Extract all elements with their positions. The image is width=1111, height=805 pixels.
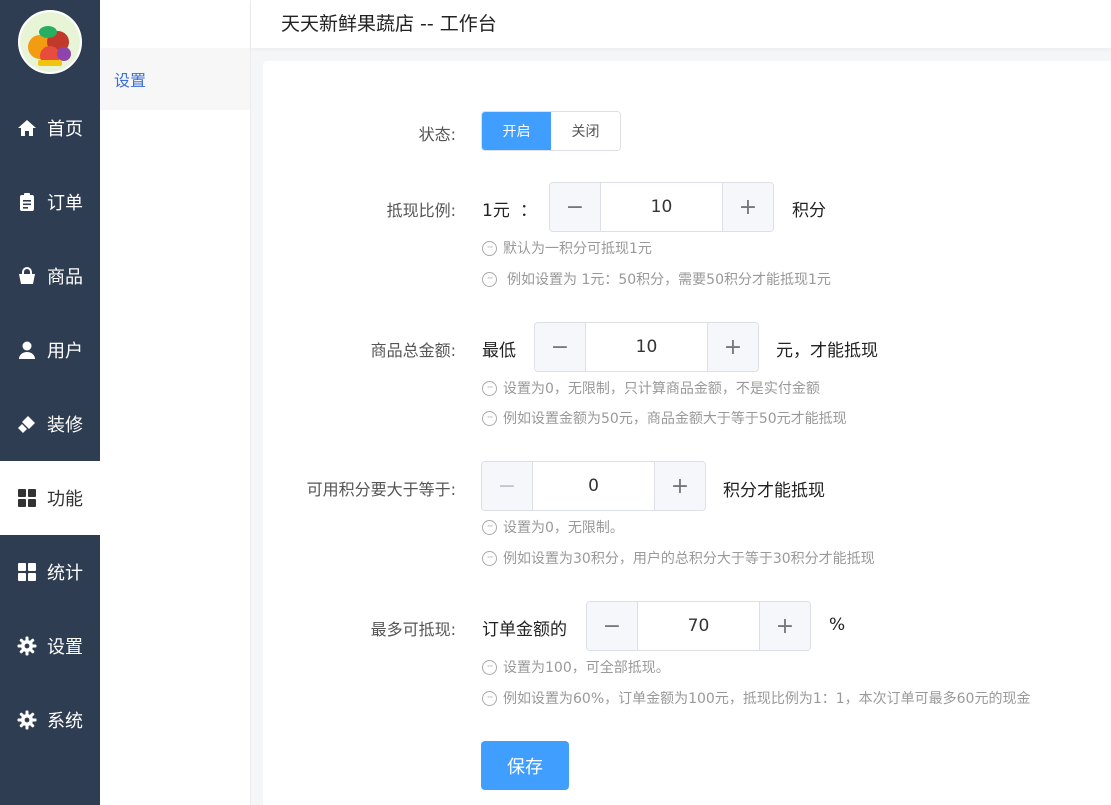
nav-item-label: 装修 <box>47 415 83 436</box>
points-hint-1: ··· 设置为0，无限制。 <box>482 517 624 537</box>
main-nav: 首页 订单 商品 用户 装修 功能 统计 设置 系统 <box>0 0 100 805</box>
total-suffix: 元，才能抵现 <box>776 341 878 361</box>
ratio-label: 抵现比例: <box>386 201 456 220</box>
total-decrement-button[interactable]: − <box>535 323 586 371</box>
status-label: 状态: <box>418 125 456 144</box>
more-icon: ··· <box>482 271 497 287</box>
max-prefix: 订单金额的 <box>482 620 567 640</box>
total-hint-1: ··· 设置为0，无限制，只计算商品金额，不是实付金额 <box>482 378 820 398</box>
shop-logo[interactable] <box>18 10 82 74</box>
ratio-stepper: − 10 + <box>549 182 774 232</box>
points-suffix: 积分才能抵现 <box>723 481 825 501</box>
ratio-hint-2: ··· 例如设置为 1元：50积分，需要50积分才能抵现1元 <box>482 269 831 289</box>
nav-item-decoration[interactable]: 装修 <box>0 387 100 461</box>
page-title: 天天新鲜果蔬店 -- 工作台 <box>281 13 497 35</box>
gear-icon <box>17 710 37 730</box>
total-input[interactable]: 10 <box>586 323 707 371</box>
max-hint-2: ··· 例如设置为60%，订单金额为100元，抵现比例为1：1，本次订单可最多60… <box>482 688 1030 708</box>
nav-item-label: 订单 <box>47 193 83 214</box>
clipboard-icon <box>17 192 37 212</box>
subnav-item-settings[interactable]: 设置 <box>100 48 250 110</box>
ratio-prefix: 1元 <box>482 201 510 221</box>
nav-item-label: 功能 <box>47 489 83 510</box>
sub-nav: 设置 <box>100 0 251 805</box>
user-icon <box>17 340 37 360</box>
max-hint-1: ··· 设置为100，可全部抵现。 <box>482 657 670 677</box>
status-off-button[interactable]: 关闭 <box>551 112 620 150</box>
status-on-button[interactable]: 开启 <box>482 112 551 150</box>
nav-item-orders[interactable]: 订单 <box>0 165 100 239</box>
save-button[interactable]: 保存 <box>481 741 569 790</box>
nav-item-system[interactable]: 系统 <box>0 683 100 757</box>
ratio-input[interactable]: 10 <box>601 183 722 231</box>
ratio-suffix: 积分 <box>792 201 826 221</box>
status-toggle: 开启 关闭 <box>481 111 621 151</box>
nav-item-settings[interactable]: 设置 <box>0 609 100 683</box>
nav-item-users[interactable]: 用户 <box>0 313 100 387</box>
total-increment-button[interactable]: + <box>707 323 758 371</box>
nav-item-label: 首页 <box>47 119 83 140</box>
max-label: 最多可抵现: <box>370 620 456 639</box>
total-hint-2: ··· 例如设置金额为50元，商品金额大于等于50元才能抵现 <box>482 408 847 428</box>
home-icon <box>17 118 37 138</box>
points-label: 可用积分要大于等于: <box>306 480 456 499</box>
grid-icon <box>17 488 37 508</box>
points-stepper: − 0 + <box>481 461 706 511</box>
points-decrement-button[interactable]: − <box>482 462 533 510</box>
points-increment-button[interactable]: + <box>654 462 705 510</box>
max-stepper: − 70 + <box>586 601 811 651</box>
nav-item-label: 统计 <box>47 563 83 584</box>
gear-icon <box>17 636 37 656</box>
grid-icon <box>17 562 37 582</box>
nav-item-products[interactable]: 商品 <box>0 239 100 313</box>
shopping-bag-icon <box>17 266 37 286</box>
max-suffix: % <box>829 615 846 635</box>
nav-item-statistics[interactable]: 统计 <box>0 535 100 609</box>
total-stepper: − 10 + <box>534 322 759 372</box>
total-label: 商品总金额: <box>370 341 456 360</box>
max-decrement-button[interactable]: − <box>587 602 638 650</box>
nav-item-label: 设置 <box>47 637 83 658</box>
nav-item-label: 商品 <box>47 267 83 288</box>
more-icon: ··· <box>482 690 497 706</box>
max-increment-button[interactable]: + <box>759 602 810 650</box>
brush-icon <box>17 414 37 434</box>
more-icon: ··· <box>482 659 497 675</box>
nav-item-home[interactable]: 首页 <box>0 91 100 165</box>
ratio-colon: ： <box>520 201 537 221</box>
points-input[interactable]: 0 <box>533 462 654 510</box>
more-icon: ··· <box>482 550 497 566</box>
nav-item-features[interactable]: 功能 <box>0 461 100 535</box>
nav-item-label: 用户 <box>47 341 83 362</box>
top-header: 天天新鲜果蔬店 -- 工作台 <box>251 0 1111 48</box>
total-prefix: 最低 <box>482 341 516 361</box>
ratio-increment-button[interactable]: + <box>722 183 773 231</box>
more-icon: ··· <box>482 240 497 256</box>
ratio-decrement-button[interactable]: − <box>550 183 601 231</box>
more-icon: ··· <box>482 519 497 535</box>
points-hint-2: ··· 例如设置为30积分，用户的总积分大于等于30积分才能抵现 <box>482 548 875 568</box>
more-icon: ··· <box>482 410 497 426</box>
more-icon: ··· <box>482 380 497 396</box>
ratio-hint-1: ··· 默认为一积分可抵现1元 <box>482 238 652 258</box>
nav-item-label: 系统 <box>47 711 83 732</box>
max-input[interactable]: 70 <box>638 602 759 650</box>
